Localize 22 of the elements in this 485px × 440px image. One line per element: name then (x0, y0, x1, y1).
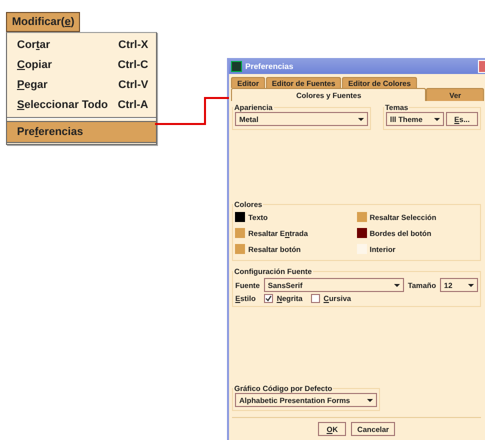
dropdown-arrow-icon (358, 118, 364, 120)
checkbox[interactable] (310, 294, 320, 303)
checkbox[interactable] (264, 294, 273, 303)
color-swatch[interactable] (235, 228, 246, 238)
menu-item[interactable]: Seleccionar Todo Ctrl-A (7, 95, 156, 115)
dropdown-arrow-icon (367, 398, 374, 402)
menu-title[interactable]: Modificar(e) (6, 12, 80, 32)
app-icon (231, 60, 242, 72)
color-swatch[interactable] (235, 244, 246, 254)
dropdown-arrow-icon (468, 284, 474, 286)
color-swatch[interactable] (356, 212, 367, 222)
dropdown-arrow-icon (394, 284, 400, 286)
menu-item[interactable]: Copiar Ctrl-C (7, 55, 156, 75)
color-swatch[interactable] (235, 212, 246, 222)
color-swatch[interactable] (356, 228, 367, 238)
menu-item[interactable]: Cortar Ctrl-X (7, 35, 156, 55)
window-title: Preferencias (245, 62, 294, 70)
dropdown-arrow-icon (434, 118, 440, 120)
menu-item[interactable]: Pegar Ctrl-V (7, 75, 156, 95)
color-swatch[interactable] (356, 244, 367, 254)
close-icon[interactable] (478, 60, 485, 72)
menu-item[interactable]: Preferencias (7, 121, 156, 143)
